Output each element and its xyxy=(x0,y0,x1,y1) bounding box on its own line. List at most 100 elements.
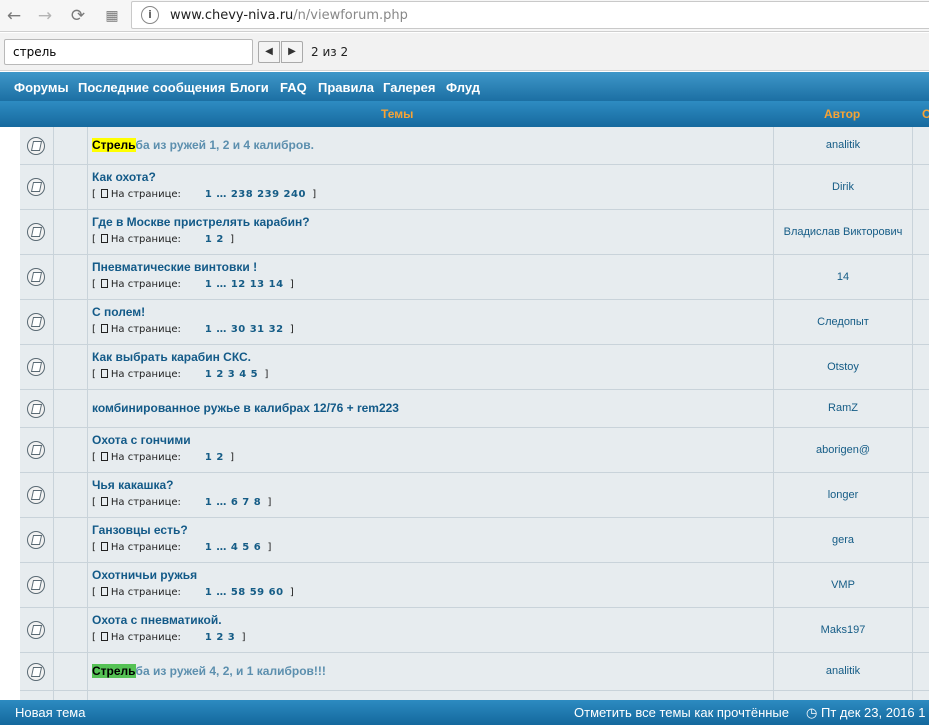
document-icon xyxy=(100,452,108,461)
reload-icon[interactable]: ⟳ xyxy=(67,5,89,27)
topic-status-cell xyxy=(20,300,54,344)
back-arrow-icon[interactable]: ← xyxy=(3,5,25,27)
menu-faq[interactable]: FAQ xyxy=(280,80,307,95)
header-extra[interactable]: О xyxy=(922,107,929,121)
topic-author-link[interactable]: Otstoy xyxy=(774,345,913,389)
topic-cell: Пневматические винтовки ![На странице: 1 … xyxy=(88,255,774,299)
topic-pager: [На странице: 1 … 6 7 8 ] xyxy=(92,497,272,508)
topic-title-link[interactable]: комбинированное ружье в калибрах 12/76 +… xyxy=(92,401,399,415)
document-icon xyxy=(100,497,108,506)
topic-title-link[interactable]: Где в Москве пристрелять карабин? xyxy=(92,215,310,229)
topic-title-link[interactable]: Чья какашка? xyxy=(92,478,174,492)
find-previous-button[interactable]: ◀ xyxy=(258,41,280,63)
topic-title-link[interactable]: Как охота? xyxy=(92,170,156,184)
topic-author-link[interactable]: gera xyxy=(774,518,913,562)
pager-page-links[interactable]: 1 … 6 7 8 xyxy=(205,497,261,508)
topic-author-link[interactable]: 14 xyxy=(774,255,913,299)
pager-page-links[interactable]: 1 … 58 59 60 xyxy=(205,587,284,598)
site-info-icon[interactable]: i xyxy=(141,6,159,24)
find-highlight: Стрель xyxy=(92,138,136,152)
menu-latest-posts[interactable]: Последние сообщения xyxy=(78,80,225,95)
menu-gallery[interactable]: Галерея xyxy=(383,80,436,95)
table-row: Охота с пневматикой.[На странице: 1 2 3 ]… xyxy=(20,608,929,653)
topic-icon-cell xyxy=(54,390,88,427)
topic-icon-cell xyxy=(54,428,88,472)
pager-page-links[interactable]: 1 2 xyxy=(205,452,224,463)
topic-cell: Стрельба из ружей 4, 2, и 1 калибров!!! xyxy=(88,653,774,690)
topic-author-link[interactable]: longer xyxy=(774,473,913,517)
bottom-action-bar: Новая тема Отметить все темы как прочтён… xyxy=(0,700,929,725)
find-next-button[interactable]: ▶ xyxy=(281,41,303,63)
topic-author-link[interactable]: analitik xyxy=(774,653,913,690)
topic-title-link[interactable]: Как выбрать карабин СКС. xyxy=(92,350,251,364)
topic-author-link[interactable]: aborigen@ xyxy=(774,428,913,472)
mark-all-read-link[interactable]: Отметить все темы как прочтённые xyxy=(574,705,789,720)
topic-author-link[interactable]: RamZ xyxy=(774,390,913,427)
menu-rules[interactable]: Правила xyxy=(318,80,374,95)
header-author[interactable]: Автор xyxy=(824,107,860,121)
topic-pager: [На странице: 1 … 238 239 240 ] xyxy=(92,189,317,200)
topic-status-cell xyxy=(20,691,54,700)
table-row: Стрельба из ружей 4, 2, и 1 калибров!!! a… xyxy=(20,653,929,691)
pager-page-links[interactable]: 1 2 3 xyxy=(205,632,235,643)
pager-page-links[interactable]: 1 … 4 5 6 xyxy=(205,542,261,553)
topic-author-link[interactable]: Следопыт xyxy=(774,300,913,344)
topic-title-link[interactable]: Охота с пневматикой. xyxy=(92,613,222,627)
pager-label: На странице: xyxy=(110,542,181,553)
apps-grid-icon[interactable]: ▦ xyxy=(101,5,123,27)
topic-author-link[interactable] xyxy=(774,691,913,700)
browser-toolbar: ← → ⟳ ▦ i www.chevy-niva.ru/n/viewforum.… xyxy=(0,0,929,32)
topic-pager: [На странице: 1 … 12 13 14 ] xyxy=(92,279,294,290)
forum-menu: Форумы Последние сообщения Блоги FAQ Пра… xyxy=(0,72,929,101)
document-icon xyxy=(100,632,108,641)
address-bar[interactable]: i www.chevy-niva.ru/n/viewforum.php xyxy=(131,1,929,29)
topic-title-link[interactable]: Стрельба из ружей 1, 2 и 4 калибров. xyxy=(92,138,314,152)
topic-read-icon xyxy=(27,441,45,459)
document-icon xyxy=(100,324,108,333)
topic-author-link[interactable]: Maks197 xyxy=(774,608,913,652)
topic-icon-cell xyxy=(54,608,88,652)
document-icon xyxy=(100,189,108,198)
topic-title-link[interactable]: Ганзовцы есть? xyxy=(92,523,188,537)
topic-title-link[interactable]: С полем! xyxy=(92,305,145,319)
author-name: gera xyxy=(831,533,855,546)
topic-author-link[interactable]: VMP xyxy=(774,563,913,607)
table-row: Как выбрать карабин СКС.[На странице: 1 2… xyxy=(20,345,929,390)
topic-title-link[interactable]: Стрельба из ружей 4, 2, и 1 калибров!!! xyxy=(92,664,326,678)
topic-extra-cell xyxy=(913,473,929,517)
pager-page-links[interactable]: 1 … 12 13 14 xyxy=(205,279,284,290)
topic-title-link[interactable]: Охота с гончими xyxy=(92,433,191,447)
pager-label: На странице: xyxy=(110,279,181,290)
topic-read-icon xyxy=(27,313,45,331)
table-row: Как охота? [На странице: 1 … 238 239 240 ]… xyxy=(20,165,929,210)
topic-cell: Чья какашка? [На странице: 1 … 6 7 8 ] xyxy=(88,473,774,517)
table-row: Охотничьи ружья [На странице: 1 … 58 59 60… xyxy=(20,563,929,608)
topic-title-link[interactable]: Пневматические винтовки ! xyxy=(92,260,257,274)
new-topic-button[interactable]: Новая тема xyxy=(15,705,85,720)
topic-title-text: Охота с гончими xyxy=(92,433,191,447)
forward-arrow-icon[interactable]: → xyxy=(34,5,56,27)
topic-author-link[interactable]: Владислав Викторович xyxy=(774,210,913,254)
topic-title-link[interactable]: Охотничьи ружья xyxy=(92,568,197,582)
header-topics[interactable]: Темы xyxy=(381,107,413,121)
topic-extra-cell xyxy=(913,390,929,427)
pager-page-links[interactable]: 1 2 3 4 5 xyxy=(205,369,258,380)
topic-author-link[interactable]: Dirik xyxy=(774,165,913,209)
menu-forums[interactable]: Форумы xyxy=(14,80,69,95)
topic-status-cell xyxy=(20,563,54,607)
topic-icon-cell xyxy=(54,563,88,607)
topic-pager: [На странице: 1 … 58 59 60 ] xyxy=(92,587,294,598)
pager-page-links[interactable]: 1 … 238 239 240 xyxy=(205,189,306,200)
pager-page-links[interactable]: 1 … 30 31 32 xyxy=(205,324,284,335)
menu-blogs[interactable]: Блоги xyxy=(230,80,269,95)
topic-author-link[interactable]: analitik xyxy=(774,127,913,164)
find-input[interactable] xyxy=(4,39,253,65)
topic-status-cell xyxy=(20,390,54,427)
topic-extra-cell xyxy=(913,210,929,254)
menu-flood[interactable]: Флуд xyxy=(446,80,480,95)
find-highlight: Стрель xyxy=(92,664,136,678)
author-name: analitik xyxy=(825,139,861,151)
topic-icon-cell xyxy=(54,127,88,164)
pager-page-links[interactable]: 1 2 xyxy=(205,234,224,245)
url-text[interactable]: www.chevy-niva.ru/n/viewforum.php xyxy=(170,8,408,23)
